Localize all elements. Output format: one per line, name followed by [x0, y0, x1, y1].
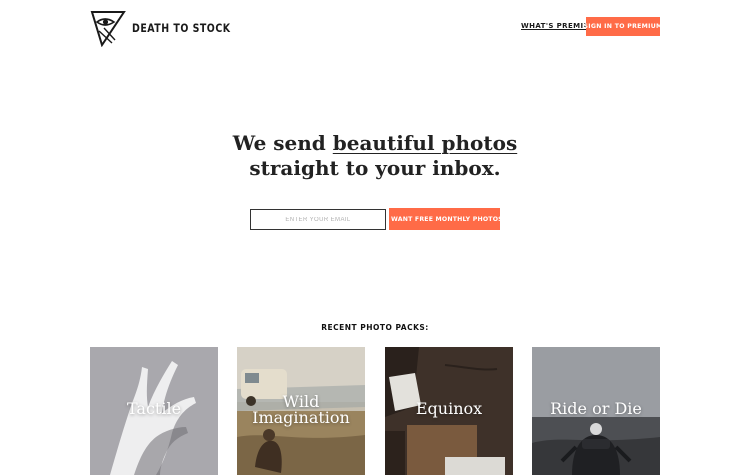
brand-logo-link[interactable]: DEATH TO STOCK: [90, 9, 252, 47]
hero-beautiful-photos-link[interactable]: beautiful photos: [333, 131, 517, 155]
email-input[interactable]: [250, 209, 386, 230]
pack-label: Wild Imagination: [252, 392, 350, 427]
free-photos-submit-button[interactable]: I WANT FREE MONTHLY PHOTOS: [386, 208, 503, 230]
brand-name: DEATH TO STOCK: [132, 21, 231, 35]
photo-pack-card[interactable]: Ride or Die: [532, 347, 660, 475]
photo-pack-card[interactable]: Wild Imagination: [237, 347, 365, 475]
hero-line1-prefix: We send: [232, 131, 333, 155]
photo-pack-card[interactable]: Equinox: [385, 347, 513, 475]
hero-line2: straight to your inbox.: [249, 156, 501, 180]
eye-triangle-logo-icon: [90, 11, 126, 47]
recent-packs-title: RECENT PHOTO PACKS:: [321, 323, 429, 332]
pack-label: Tactile: [126, 399, 182, 418]
hero-heading: We send beautiful photos straight to you…: [0, 131, 750, 181]
photo-pack-card[interactable]: Tactile: [90, 347, 218, 475]
site-header: DEATH TO STOCK WHAT'S PREMIUM? SIGN IN T…: [0, 0, 750, 56]
pack-label: Ride or Die: [550, 399, 642, 418]
sign-in-premium-button[interactable]: SIGN IN TO PREMIUM: [584, 17, 662, 36]
pack-label: Equinox: [415, 399, 483, 418]
